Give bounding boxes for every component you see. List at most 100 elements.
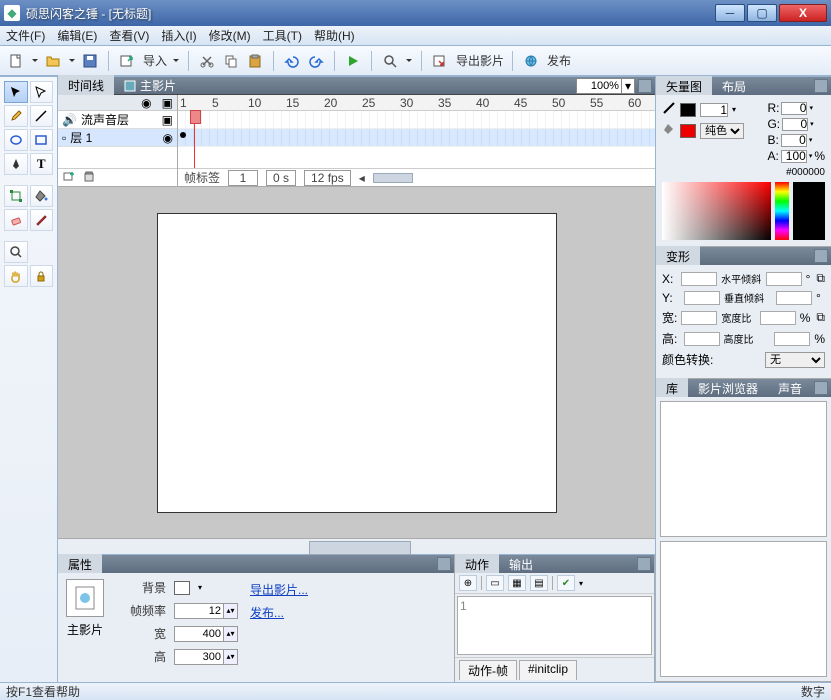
visibility-icon[interactable]: ◉	[141, 96, 151, 110]
brush-tool[interactable]	[30, 209, 54, 231]
hscale-input[interactable]	[774, 332, 810, 346]
tab-main-movie[interactable]: 主影片	[114, 75, 186, 96]
menu-insert[interactable]: 插入(I)	[161, 27, 196, 44]
paste-button[interactable]	[245, 50, 265, 72]
transform-tool[interactable]	[4, 185, 28, 207]
selection-tool[interactable]	[4, 81, 28, 103]
dropdown-icon[interactable]	[68, 57, 76, 65]
frame-row-1[interactable]	[178, 129, 655, 147]
dropdown-icon[interactable]	[172, 57, 180, 65]
stage-wrap[interactable]	[58, 187, 655, 538]
menu-modify[interactable]: 修改(M)	[209, 27, 251, 44]
zoom-button[interactable]	[380, 50, 400, 72]
tab-timeline[interactable]: 时间线	[58, 75, 114, 96]
stage-scroll-h[interactable]	[58, 538, 655, 554]
add-action-icon[interactable]: ⊕	[459, 575, 477, 591]
minimize-button[interactable]: ─	[715, 4, 745, 22]
layer-sound[interactable]: 🔊流声音层▣	[58, 111, 177, 129]
eraser-tool[interactable]	[4, 209, 28, 231]
hskew-input[interactable]	[766, 272, 802, 286]
check-syntax-icon[interactable]: ✔	[557, 575, 575, 591]
color-field[interactable]	[662, 182, 771, 240]
tab-vector[interactable]: 矢量图	[656, 76, 712, 97]
bg-color-swatch[interactable]	[174, 581, 190, 595]
open-button[interactable]	[43, 50, 63, 72]
undo-button[interactable]	[282, 50, 302, 72]
tab-sound[interactable]: 声音	[768, 378, 812, 399]
g-input[interactable]	[782, 118, 808, 131]
add-layer-icon[interactable]	[62, 169, 76, 186]
script-area[interactable]: 1	[457, 596, 652, 655]
height-input[interactable]	[174, 649, 224, 665]
h-input[interactable]	[684, 332, 720, 346]
stroke-width-input[interactable]	[700, 103, 728, 117]
panel-menu-icon[interactable]	[638, 79, 652, 93]
tab-movie-browser[interactable]: 影片浏览器	[688, 378, 768, 399]
action-frame-tab[interactable]: 动作-帧	[459, 660, 517, 680]
a-input[interactable]	[781, 150, 807, 163]
menu-edit[interactable]: 编辑(E)	[57, 27, 97, 44]
fps-input[interactable]	[174, 603, 224, 619]
fill-type-select[interactable]: 纯色	[700, 123, 744, 139]
line-tool[interactable]	[30, 105, 54, 127]
pen-tool[interactable]	[4, 153, 28, 175]
hand-tool[interactable]	[4, 265, 28, 287]
playhead[interactable]	[194, 111, 195, 168]
width-input[interactable]	[174, 626, 224, 642]
lock-tool[interactable]	[30, 265, 54, 287]
export-movie-button[interactable]	[430, 50, 450, 72]
zoom-select[interactable]: ▾	[576, 78, 635, 94]
paint-bucket-tool[interactable]	[30, 185, 54, 207]
import-button[interactable]	[117, 50, 137, 72]
frame-scrollbar[interactable]	[373, 173, 413, 183]
y-input[interactable]	[684, 291, 720, 305]
r-input[interactable]	[781, 102, 807, 115]
stroke-color-swatch[interactable]	[680, 103, 696, 117]
tab-actions[interactable]: 动作	[455, 554, 499, 575]
redo-button[interactable]	[306, 50, 326, 72]
tab-output[interactable]: 输出	[499, 554, 543, 575]
frame-row-sound[interactable]	[178, 111, 655, 129]
library-list[interactable]	[660, 541, 827, 677]
tab-library[interactable]: 库	[656, 378, 688, 399]
spinner[interactable]: ▴▾	[224, 626, 238, 642]
visibility-toggle[interactable]: ◉	[163, 131, 173, 145]
visibility-toggle[interactable]: ▣	[162, 113, 173, 127]
spinner[interactable]: ▴▾	[224, 649, 238, 665]
zoom-tool[interactable]	[4, 241, 28, 263]
pencil-tool[interactable]	[4, 105, 28, 127]
frame-ruler[interactable]: 15101520253035404550556065	[178, 95, 655, 111]
panel-menu-icon[interactable]	[814, 249, 828, 263]
delete-layer-icon[interactable]	[82, 169, 96, 186]
fill-color-swatch[interactable]	[680, 124, 696, 138]
publish-button[interactable]	[521, 50, 541, 72]
x-input[interactable]	[681, 272, 717, 286]
find-icon[interactable]: ▭	[486, 575, 504, 591]
color-picker[interactable]	[662, 182, 825, 240]
layer-1[interactable]: ▫层 1◉	[58, 129, 177, 147]
tab-properties[interactable]: 属性	[58, 554, 102, 575]
b-input[interactable]	[781, 134, 807, 147]
panel-menu-icon[interactable]	[437, 557, 451, 571]
initclip-tab[interactable]: #initclip	[519, 660, 577, 680]
scroll-left-icon[interactable]: ◂	[359, 171, 365, 185]
wscale-input[interactable]	[760, 311, 796, 325]
menu-tools[interactable]: 工具(T)	[263, 27, 302, 44]
maximize-button[interactable]: ▢	[747, 4, 777, 22]
new-button[interactable]	[6, 50, 26, 72]
save-button[interactable]	[80, 50, 100, 72]
copy-button[interactable]	[221, 50, 241, 72]
dropdown-icon[interactable]	[31, 57, 39, 65]
lock-header-icon[interactable]: ▣	[162, 96, 173, 110]
panel-menu-icon[interactable]	[814, 79, 828, 93]
stage[interactable]	[157, 213, 557, 513]
tab-layout[interactable]: 布局	[712, 76, 756, 97]
menu-view[interactable]: 查看(V)	[109, 27, 149, 44]
cut-button[interactable]	[197, 50, 217, 72]
color-transform-select[interactable]: 无	[765, 352, 825, 368]
close-button[interactable]: X	[779, 4, 827, 22]
hue-slider[interactable]	[775, 182, 789, 240]
menu-help[interactable]: 帮助(H)	[314, 27, 355, 44]
subselect-tool[interactable]	[30, 81, 54, 103]
spinner[interactable]: ▴▾	[224, 603, 238, 619]
